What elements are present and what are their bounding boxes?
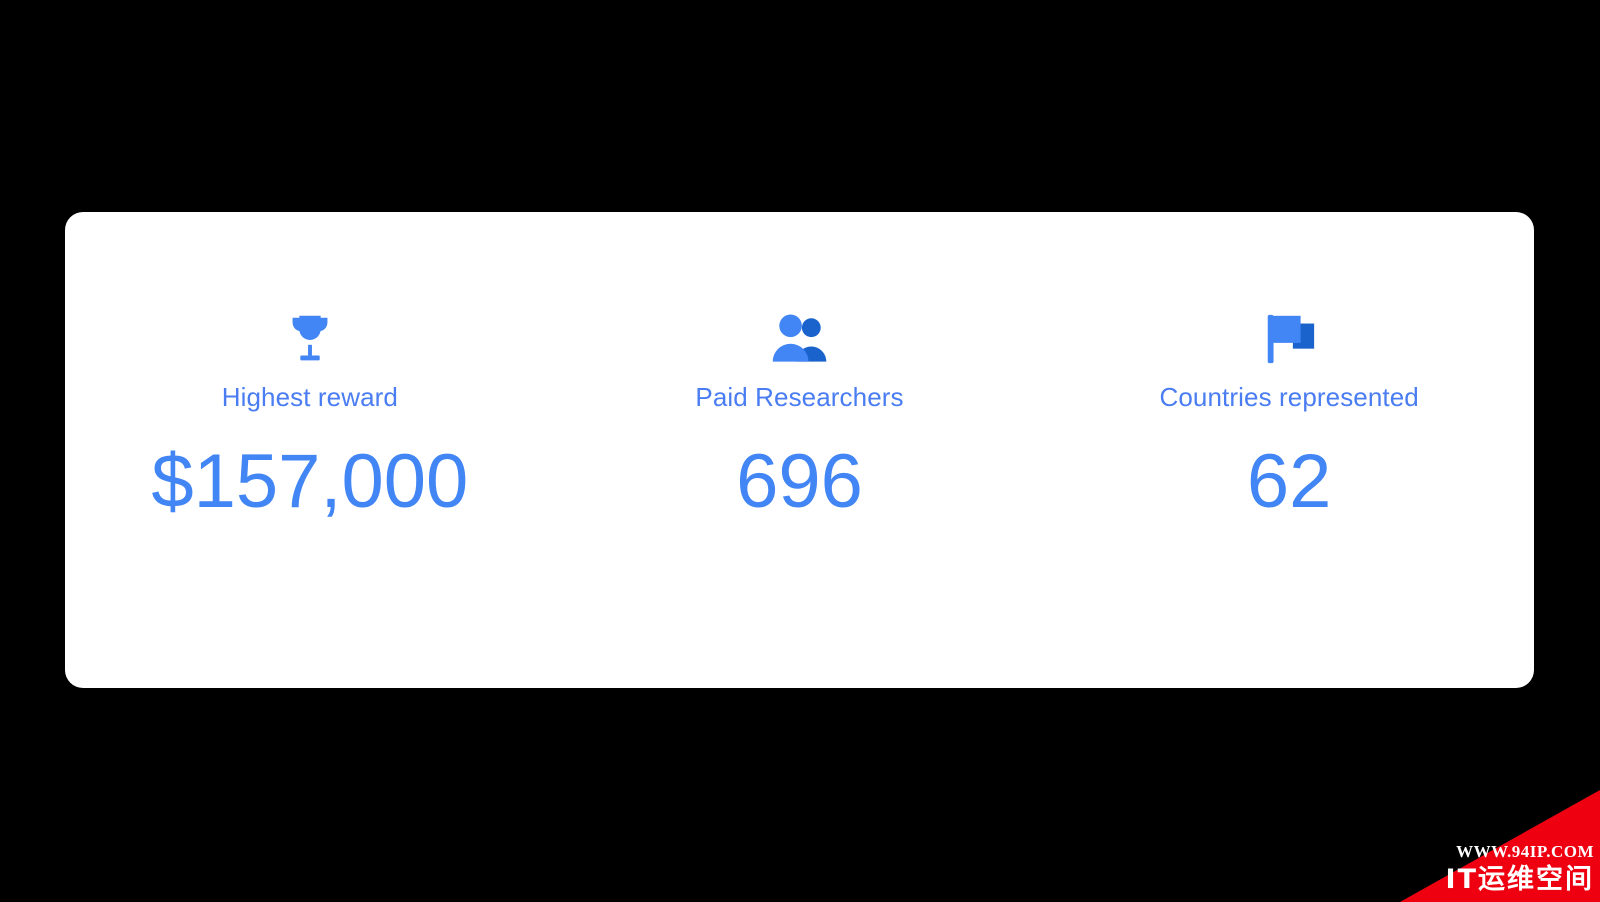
trophy-icon	[279, 308, 341, 370]
people-icon	[768, 308, 832, 370]
stat-value: 696	[736, 439, 863, 524]
stat-paid-researchers: Paid Researchers 696	[555, 308, 1045, 520]
watermark: WWW.94IP.COM IT运维空间	[1400, 790, 1600, 902]
stat-label: Paid Researchers	[695, 382, 904, 412]
watermark-triangle	[1400, 790, 1600, 902]
flag-icon	[1258, 308, 1320, 370]
stat-countries-represented: Countries represented 62	[1044, 308, 1534, 520]
stat-label: Countries represented	[1159, 382, 1419, 412]
stat-value: $157,000	[151, 439, 469, 524]
stat-value: 62	[1246, 439, 1332, 524]
stat-highest-reward: Highest reward $157,000	[65, 308, 555, 520]
watermark-name: IT运维空间	[1445, 864, 1594, 895]
stat-label: Highest reward	[221, 382, 398, 412]
stats-card: Highest reward $157,000 Paid Researchers…	[65, 212, 1534, 688]
stats-row: Highest reward $157,000 Paid Researchers…	[65, 212, 1534, 688]
watermark-url: WWW.94IP.COM	[1456, 842, 1594, 861]
